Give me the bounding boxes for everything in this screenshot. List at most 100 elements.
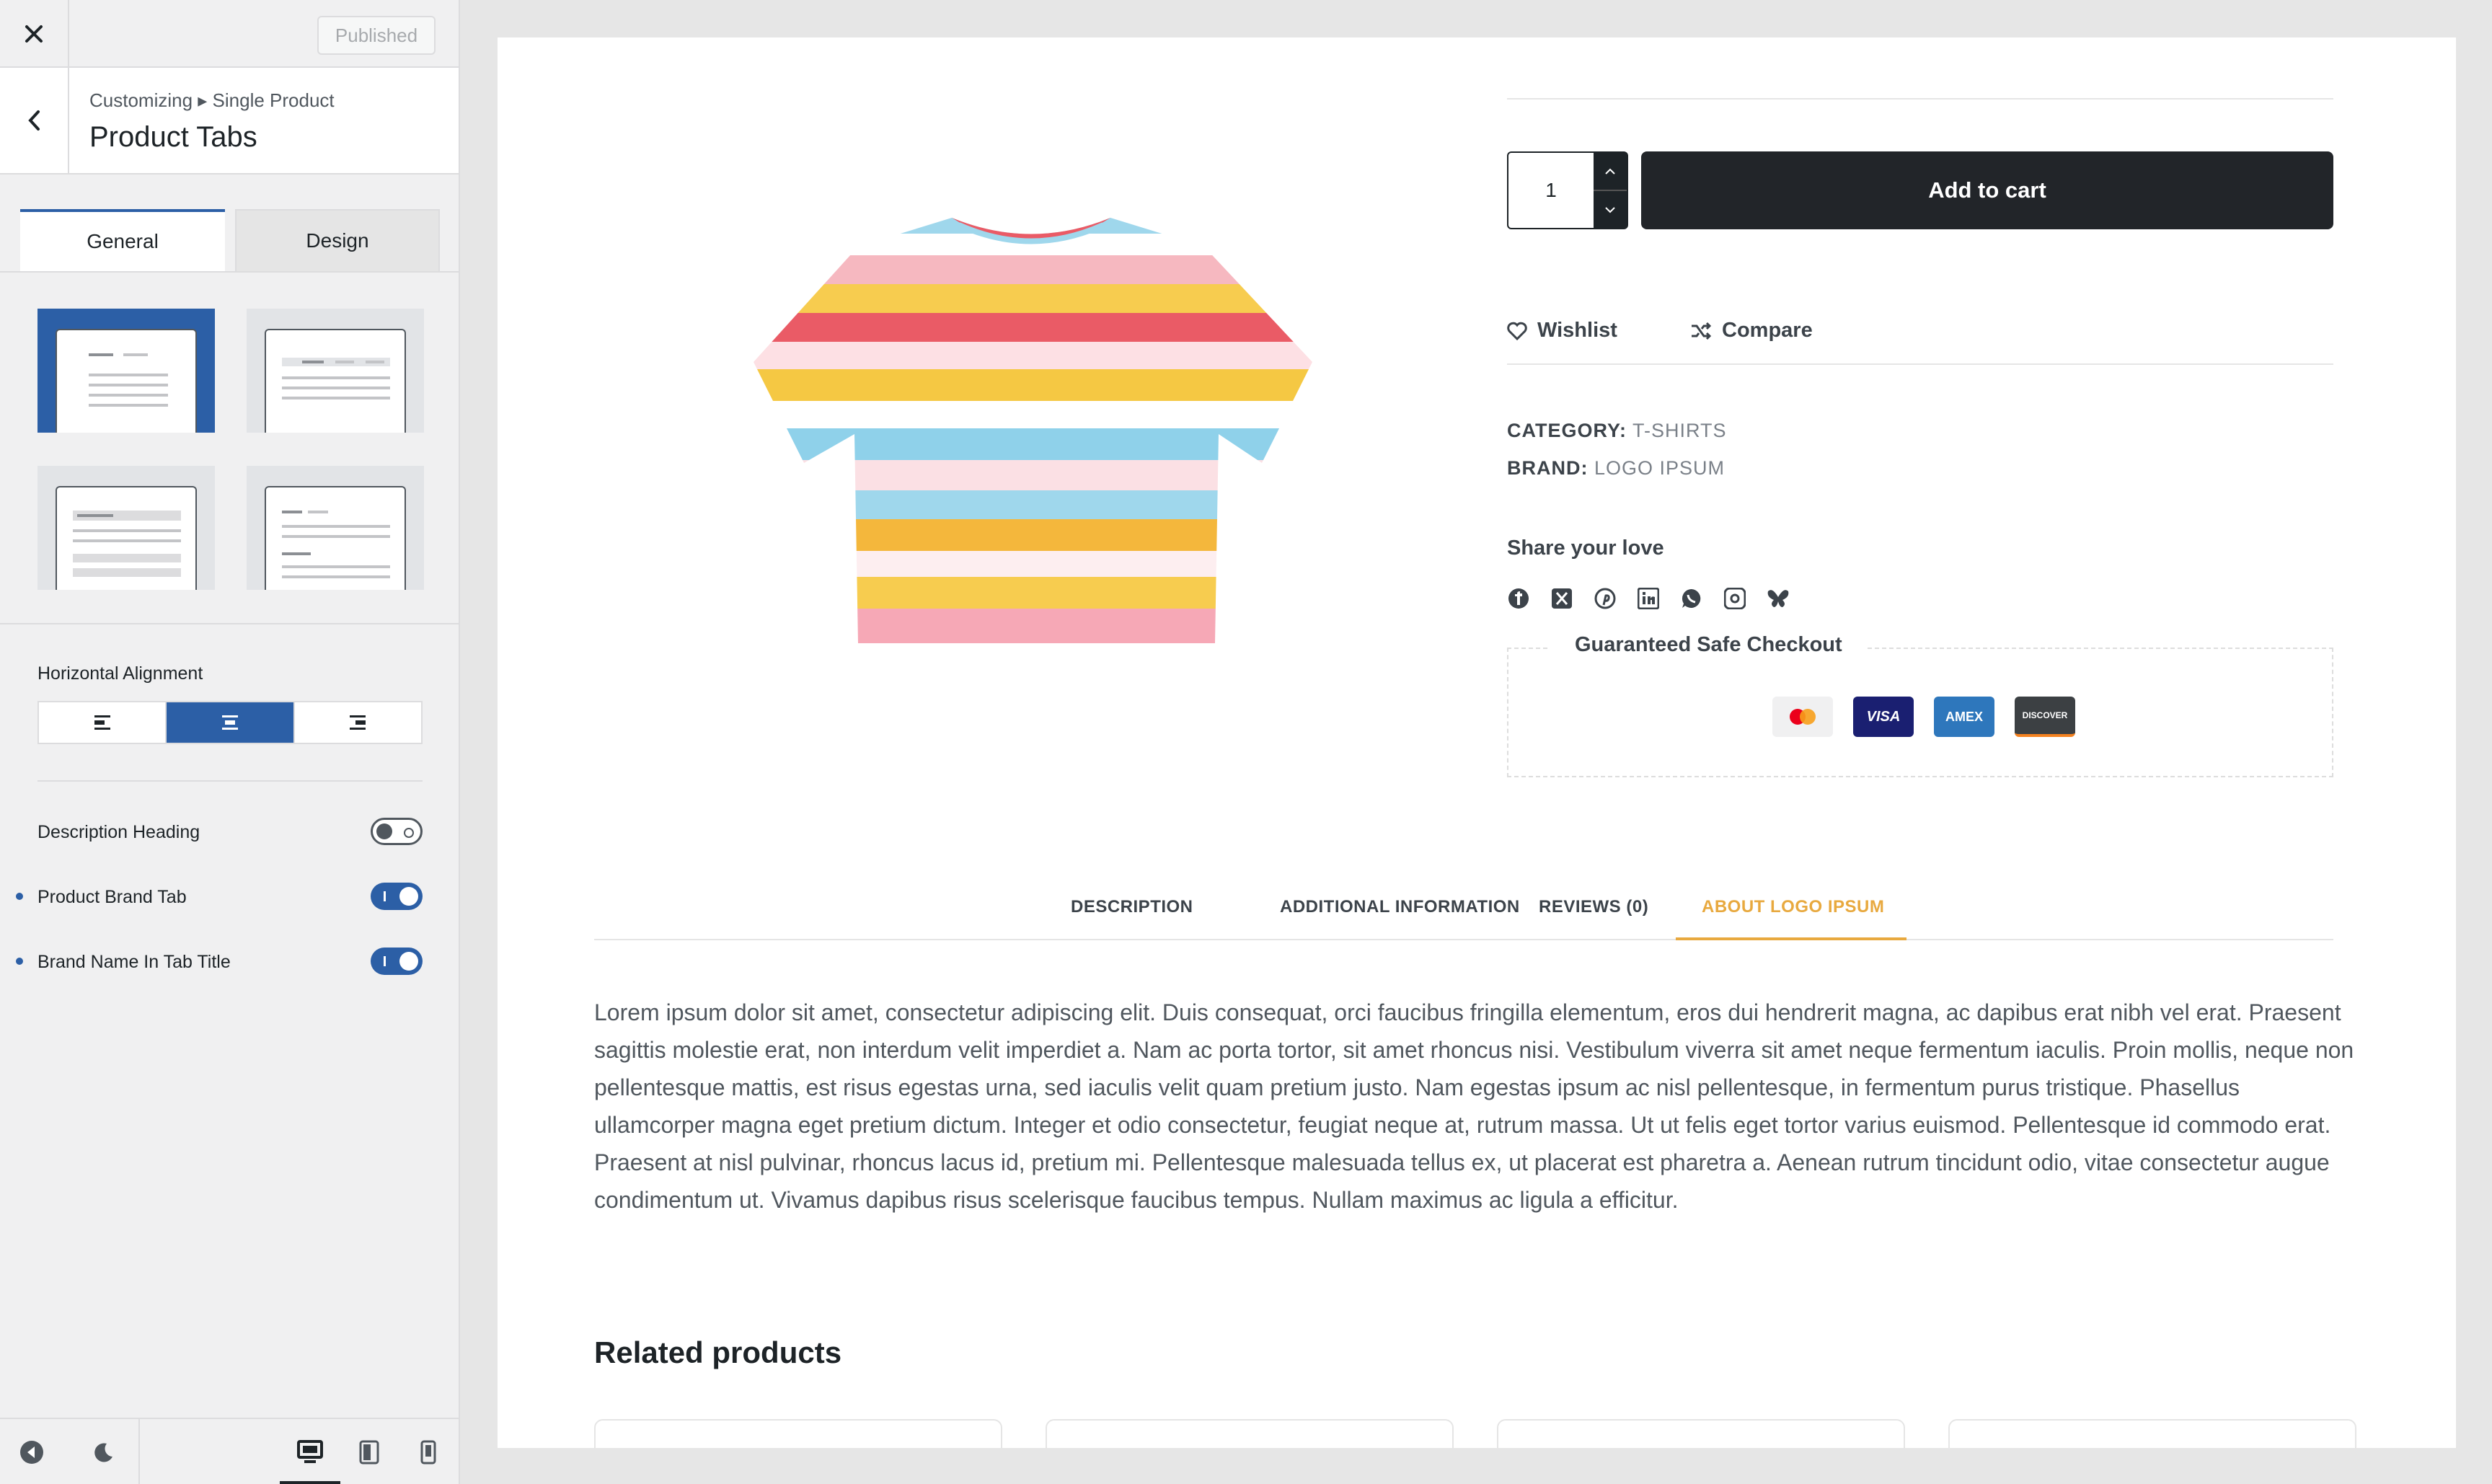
share-threads[interactable]: [1723, 587, 1746, 610]
chevron-up-icon: [1605, 168, 1615, 175]
preview-mobile-button[interactable]: [414, 1438, 443, 1467]
section-header: Customizing ▸ Single Product Product Tab…: [0, 68, 459, 175]
shuffle-icon: [1692, 322, 1712, 340]
share-title: Share your love: [1507, 536, 1664, 560]
related-product-card[interactable]: [1497, 1419, 1905, 1448]
category-label: CATEGORY:: [1507, 420, 1627, 441]
layout-preview: [56, 329, 197, 433]
horizontal-alignment-control: [37, 701, 423, 744]
layout-option-2[interactable]: [247, 309, 424, 433]
align-center-button[interactable]: [167, 702, 295, 743]
share-linkedin[interactable]: [1637, 587, 1660, 610]
bluesky-icon: [1767, 590, 1789, 607]
tab-content: Lorem ipsum dolor sit amet, consectetur …: [594, 999, 2354, 1213]
related-product-card[interactable]: [1948, 1419, 2356, 1448]
layout-option-3[interactable]: [37, 466, 215, 590]
mastercard-badge: [1772, 697, 1833, 737]
brand-name-in-tab-title-label: Brand Name In Tab Title: [37, 952, 231, 972]
amex-badge: AMEX: [1934, 697, 1994, 737]
related-product-card[interactable]: [1046, 1419, 1454, 1448]
safe-checkout-box: [1507, 648, 2333, 777]
customizer-sidebar: Published Customizing ▸ Single Product P…: [0, 0, 460, 1484]
related-products-title: Related products: [594, 1335, 842, 1369]
wishlist-link[interactable]: Wishlist: [1507, 319, 1617, 343]
description-heading-label: Description Heading: [37, 822, 200, 842]
description-heading-toggle[interactable]: [371, 818, 423, 845]
mobile-icon: [420, 1440, 436, 1465]
category-value[interactable]: T-SHIRTS: [1632, 420, 1727, 441]
collapse-sidebar-button[interactable]: [19, 1439, 45, 1465]
published-button[interactable]: Published: [317, 16, 436, 55]
related-product-card[interactable]: [594, 1419, 1002, 1448]
tab-additional-information[interactable]: ADDITIONAL INFORMATION: [1280, 897, 1520, 917]
site-preview: 1 Add to cart Wishlist Compare CATEGORY:…: [461, 0, 2492, 1484]
visa-badge: VISA: [1853, 697, 1914, 737]
layout-option-1[interactable]: [37, 309, 215, 433]
layout-preview: [265, 329, 406, 433]
quantity-stepper[interactable]: 1: [1507, 151, 1628, 229]
tabs-divider: [0, 271, 459, 273]
facebook-icon: [1508, 588, 1529, 609]
add-to-cart-button[interactable]: Add to cart: [1641, 151, 2333, 229]
layout-preview: [56, 486, 197, 590]
breadcrumb: Customizing ▸ Single Product: [89, 89, 335, 111]
compare-label: Compare: [1722, 319, 1813, 342]
quantity-input[interactable]: 1: [1508, 153, 1594, 228]
active-tab-indicator: [1676, 937, 1906, 940]
settings-tabs: General Design: [20, 209, 440, 271]
align-left-button[interactable]: [39, 702, 167, 743]
chevron-down-icon: [1605, 206, 1615, 213]
share-x[interactable]: [1550, 587, 1573, 610]
share-bluesky[interactable]: [1767, 587, 1790, 610]
tab-design[interactable]: Design: [235, 209, 440, 271]
close-customizer-button[interactable]: [0, 0, 69, 68]
linkedin-icon: [1638, 588, 1659, 609]
wishlist-label: Wishlist: [1537, 319, 1617, 342]
brand-name-in-tab-title-toggle[interactable]: [371, 948, 423, 975]
x-icon: [1552, 588, 1572, 609]
align-right-icon: [350, 715, 366, 730]
collapse-icon: [20, 1441, 43, 1464]
quantity-increase-button[interactable]: [1594, 153, 1627, 191]
layout-preview: [265, 486, 406, 590]
compare-link[interactable]: Compare: [1690, 319, 1813, 343]
customizer-footer: [0, 1418, 459, 1484]
brand-value[interactable]: LOGO IPSUM: [1594, 457, 1725, 479]
preview-desktop-button[interactable]: [294, 1438, 326, 1467]
layout-option-4[interactable]: [247, 466, 424, 590]
product-page: 1 Add to cart Wishlist Compare CATEGORY:…: [498, 37, 2456, 1448]
heart-icon: [1507, 322, 1527, 340]
product-category: CATEGORY: T-SHIRTS: [1507, 420, 1727, 442]
moon-icon: [94, 1443, 112, 1462]
mastercard-icon: [1790, 709, 1816, 725]
back-button[interactable]: [0, 68, 69, 173]
dark-mode-button[interactable]: [91, 1439, 117, 1465]
desktop-icon: [297, 1440, 323, 1463]
product-brand-tab-label: Product Brand Tab: [37, 887, 187, 907]
align-center-icon: [221, 715, 238, 730]
divider: [1507, 363, 2333, 365]
changed-indicator: [16, 893, 23, 900]
checkout-title: Guaranteed Safe Checkout: [1550, 633, 1867, 657]
align-right-button[interactable]: [295, 702, 421, 743]
share-whatsapp[interactable]: [1680, 587, 1703, 610]
product-image: [754, 218, 1312, 643]
customizer-header: Published: [0, 0, 459, 68]
section-title: Product Tabs: [89, 121, 257, 153]
close-icon: [25, 25, 43, 43]
horizontal-alignment-label: Horizontal Alignment: [37, 663, 203, 684]
chevron-left-icon: [28, 110, 40, 131]
threads-icon: [1724, 588, 1746, 609]
share-pinterest[interactable]: [1594, 587, 1617, 610]
divider: [1507, 98, 2333, 100]
quantity-decrease-button[interactable]: [1594, 191, 1627, 228]
product-brand-tab-toggle[interactable]: [371, 883, 423, 910]
quantity-arrows: [1594, 153, 1627, 228]
preview-tablet-button[interactable]: [355, 1438, 384, 1467]
share-facebook[interactable]: [1507, 587, 1530, 610]
tab-description[interactable]: DESCRIPTION: [1071, 897, 1193, 917]
tab-general[interactable]: General: [20, 209, 225, 271]
tab-reviews[interactable]: REVIEWS (0): [1539, 897, 1648, 917]
tab-about-brand[interactable]: ABOUT LOGO IPSUM: [1702, 897, 1884, 917]
align-left-icon: [94, 715, 110, 730]
